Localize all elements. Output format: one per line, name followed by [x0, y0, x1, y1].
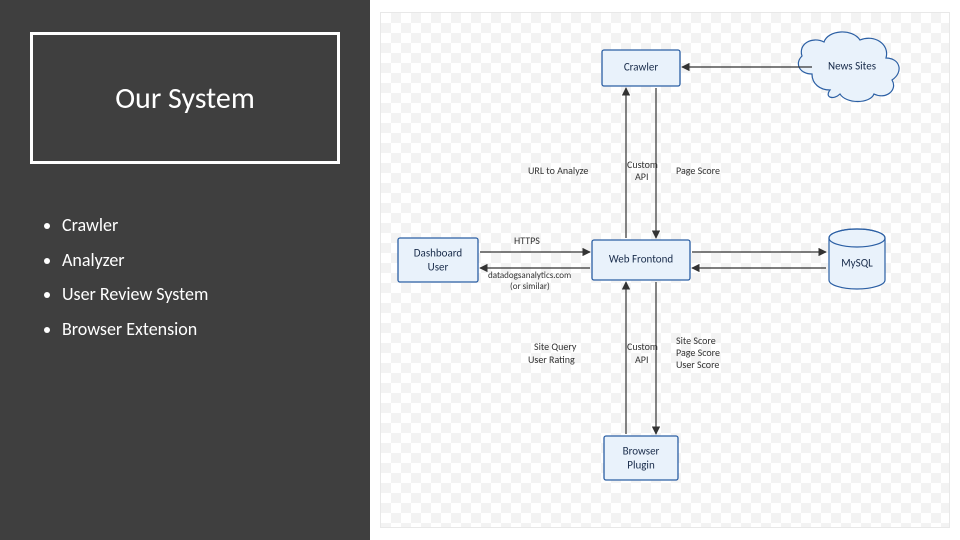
bullet-list: Crawler Analyzer User Review System Brow…	[62, 210, 208, 348]
web-frontend-label: Web Frontond	[609, 253, 673, 266]
diagram-panel: News Sites Crawler Web Frontond Dashboar…	[370, 0, 960, 540]
browser-label-2: Plugin	[627, 459, 655, 472]
web-frontend-node: Web Frontond	[592, 240, 690, 280]
title-box: Our System	[30, 32, 340, 164]
browser-label-1: Browser	[623, 445, 660, 458]
custom-api-top-2: API	[635, 170, 648, 183]
domain-label-2: (or similar)	[510, 281, 550, 292]
browser-plugin-node: Browser Plugin	[604, 436, 678, 480]
user-rating-label: User Rating	[528, 353, 575, 366]
url-to-analyze-label: URL to Analyze	[528, 164, 588, 177]
mysql-label: MySQL	[841, 257, 873, 270]
dashboard-label-2: User	[428, 261, 449, 274]
https-label: HTTPS	[514, 234, 540, 247]
custom-api-bot-2: API	[635, 353, 648, 366]
custom-api-bot-1: Custom	[627, 340, 658, 353]
left-panel: Our System Crawler Analyzer User Review …	[0, 0, 370, 540]
news-sites-label: News Sites	[828, 60, 876, 73]
architecture-diagram: News Sites Crawler Web Frontond Dashboar…	[380, 12, 950, 528]
site-query-label: Site Query	[534, 340, 577, 353]
list-item: Browser Extension	[62, 314, 208, 345]
dashboard-label-1: Dashboard	[414, 247, 462, 260]
crawler-node: Crawler	[602, 50, 680, 86]
slide-title: Our System	[115, 80, 255, 117]
user-score-label: User Score	[676, 358, 719, 371]
mysql-node: MySQL	[829, 229, 885, 289]
slide: Our System Crawler Analyzer User Review …	[0, 0, 960, 540]
dashboard-user-node: Dashboard User	[398, 238, 478, 282]
list-item: Crawler	[62, 210, 208, 241]
page-score-label: Page Score	[676, 164, 720, 177]
list-item: User Review System	[62, 279, 208, 310]
list-item: Analyzer	[62, 245, 208, 276]
domain-label-1: datadogsanalytics.com	[488, 270, 571, 281]
news-sites-node: News Sites	[798, 32, 899, 102]
crawler-label: Crawler	[624, 61, 659, 74]
